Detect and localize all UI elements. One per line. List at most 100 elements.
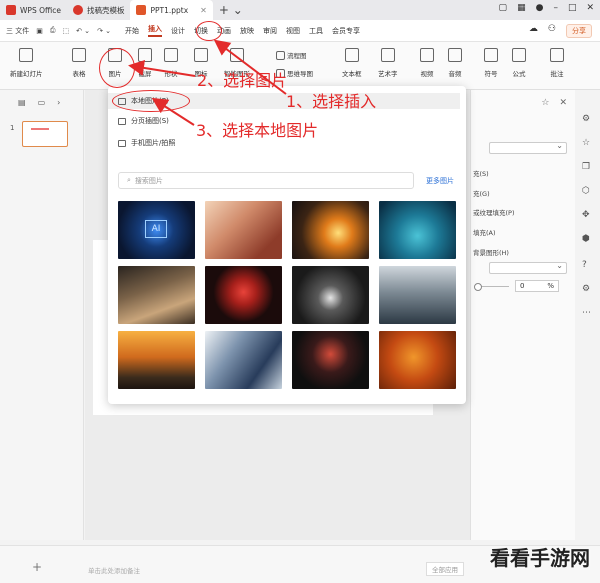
transparency-input[interactable]: 0 % bbox=[515, 280, 559, 292]
new-slide-button[interactable]: 新建幻灯片 bbox=[10, 48, 43, 78]
fill-option-pattern[interactable]: 填充(A) bbox=[473, 227, 496, 237]
photo-building[interactable] bbox=[205, 331, 282, 389]
photo-thinking-man[interactable] bbox=[292, 266, 369, 324]
video-button[interactable]: 视频 bbox=[420, 48, 434, 78]
pin-icon[interactable]: ☆ bbox=[541, 98, 549, 108]
pages-icon bbox=[118, 117, 126, 125]
transparency-slider[interactable] bbox=[474, 283, 509, 291]
redo-icon[interactable]: ↷ ⌄ bbox=[97, 27, 111, 35]
transition-icon[interactable]: ⬡ bbox=[582, 186, 590, 196]
star-icon[interactable]: ☆ bbox=[582, 138, 590, 148]
grid-icon[interactable]: ▦ bbox=[517, 3, 526, 13]
collapse-panel-icon[interactable]: › bbox=[57, 98, 60, 107]
audio-button[interactable]: 音频 bbox=[448, 48, 462, 78]
close-window-icon[interactable]: ✕ bbox=[586, 3, 594, 13]
textbox-button[interactable]: 文本框 bbox=[342, 48, 362, 78]
undo-icon[interactable]: ↶ ⌄ bbox=[76, 27, 90, 35]
mindmap-label: 思维导图 bbox=[287, 70, 313, 78]
screenshot-button[interactable]: 截屏 bbox=[138, 48, 152, 78]
smartart-icon bbox=[230, 48, 244, 62]
template-logo-icon bbox=[72, 5, 83, 15]
tab-ppt1[interactable]: PPT1.pptx ✕ bbox=[130, 0, 213, 20]
tab-review[interactable]: 审阅 bbox=[263, 26, 277, 36]
photo-surfer[interactable] bbox=[118, 331, 195, 389]
new-tab-button[interactable]: + ⌄ bbox=[219, 3, 243, 17]
photo-welding[interactable] bbox=[292, 201, 369, 259]
photo-autumn-leaves[interactable] bbox=[379, 331, 456, 389]
animation-icon[interactable]: ⬢ bbox=[582, 234, 590, 244]
fill-option-texture[interactable]: 或纹理填充(P) bbox=[473, 207, 515, 217]
photo-athlete[interactable] bbox=[379, 266, 456, 324]
photo-flamingo[interactable] bbox=[205, 266, 282, 324]
fill-option-gradient[interactable]: 充(G) bbox=[473, 188, 490, 198]
symbol-icon bbox=[484, 48, 498, 62]
apply-all-button[interactable]: 全部应用 bbox=[426, 562, 464, 576]
slide-panel: ▤ ▭ › 1 bbox=[0, 90, 84, 540]
layers-icon[interactable]: ❐ bbox=[582, 162, 590, 172]
symbol-label: 符号 bbox=[484, 70, 498, 78]
photo-bacteria[interactable] bbox=[379, 201, 456, 259]
tab-insert[interactable]: 插入 bbox=[148, 24, 163, 37]
watermark: 看看手游网 bbox=[490, 546, 590, 570]
slide-thumbnail[interactable] bbox=[22, 121, 68, 147]
close-panel-icon[interactable]: ✕ bbox=[559, 98, 567, 108]
share-button[interactable]: 分享 bbox=[566, 23, 592, 38]
tab-home[interactable]: 开始 bbox=[125, 26, 139, 36]
textbox-icon bbox=[344, 48, 359, 62]
notes-placeholder[interactable]: 单击此处添加备注 bbox=[88, 565, 140, 575]
annotation-step3: 3、选择本地图片 bbox=[196, 121, 319, 140]
more-icon[interactable]: ⋯ bbox=[582, 308, 591, 318]
avatar[interactable]: ● bbox=[536, 3, 544, 13]
properties-icon[interactable]: ⚙ bbox=[582, 114, 590, 124]
tab-tools[interactable]: 工具 bbox=[309, 26, 323, 36]
slide-number: 1 bbox=[10, 124, 15, 132]
add-slide-icon[interactable]: + bbox=[32, 560, 42, 574]
minimize-icon[interactable]: – bbox=[553, 3, 558, 13]
photo-dna[interactable] bbox=[205, 201, 282, 259]
picture-search-input[interactable]: ⌕ 搜索图片 bbox=[118, 172, 414, 189]
tab-member[interactable]: 会员专享 bbox=[332, 26, 360, 36]
export-icon[interactable]: ⬚ bbox=[62, 27, 69, 35]
menu-bar: 三 文件 ▣ ⎙ ⬚ ↶ ⌄ ↷ ⌄ 开始 插入 设计 切换 动画 放映 审阅 … bbox=[0, 20, 600, 42]
slide-view-icon[interactable]: ▭ bbox=[38, 98, 46, 107]
screenshot-label: 截屏 bbox=[138, 70, 152, 78]
wordart-button[interactable]: 艺术字 bbox=[378, 48, 398, 78]
help-icon[interactable]: ? bbox=[582, 260, 587, 270]
layout-icon[interactable]: ▢ bbox=[499, 3, 508, 13]
move-icon[interactable]: ✥ bbox=[582, 210, 590, 220]
right-sidebar: ⚙ ☆ ❐ ⬡ ✥ ⬢ ? ⚙ ⋯ bbox=[575, 90, 600, 540]
more-pictures-link[interactable]: 更多图片 bbox=[426, 176, 454, 186]
icon-library-icon bbox=[194, 48, 208, 62]
file-menu[interactable]: 三 文件 bbox=[6, 26, 29, 36]
background-select[interactable] bbox=[489, 261, 567, 274]
table-button[interactable]: 表格 bbox=[72, 48, 86, 78]
outline-view-icon[interactable]: ▤ bbox=[18, 98, 26, 107]
shape-button[interactable]: 形状 bbox=[164, 48, 178, 78]
save-icon[interactable]: ▣ bbox=[36, 27, 43, 35]
print-icon[interactable]: ⎙ bbox=[50, 26, 56, 35]
fill-type-select[interactable] bbox=[489, 141, 567, 154]
audio-label: 音频 bbox=[448, 70, 462, 78]
wordart-label: 艺术字 bbox=[378, 70, 398, 78]
maximize-icon[interactable]: □ bbox=[568, 3, 577, 13]
flowchart-button[interactable]: 流程图 bbox=[276, 50, 307, 60]
tab-slideshow[interactable]: 放映 bbox=[240, 26, 254, 36]
formula-button[interactable]: 公式 bbox=[512, 48, 526, 78]
photo-high-jump[interactable] bbox=[292, 331, 369, 389]
photo-ai-chip[interactable]: AI bbox=[118, 201, 195, 259]
settings-icon[interactable]: ⚙ bbox=[582, 284, 590, 294]
close-tab-icon[interactable]: ✕ bbox=[200, 6, 207, 15]
comment-button[interactable]: 批注 bbox=[550, 48, 564, 78]
collab-icon[interactable]: ⚇ bbox=[548, 24, 556, 38]
comment-icon bbox=[550, 48, 564, 62]
tab-wps-office[interactable]: WPS Office bbox=[0, 0, 67, 20]
photo-cat[interactable] bbox=[118, 266, 195, 324]
fill-option-solid[interactable]: 充(S) bbox=[473, 168, 489, 178]
fill-option-background[interactable]: 背景图形(H) bbox=[473, 247, 509, 257]
tab-view[interactable]: 视图 bbox=[286, 26, 300, 36]
formula-icon bbox=[512, 48, 526, 62]
tab-template[interactable]: 找稿壳模板 bbox=[67, 0, 131, 20]
symbol-button[interactable]: 符号 bbox=[484, 48, 498, 78]
tab-design[interactable]: 设计 bbox=[171, 26, 185, 36]
cloud-icon[interactable]: ☁ bbox=[529, 24, 538, 38]
